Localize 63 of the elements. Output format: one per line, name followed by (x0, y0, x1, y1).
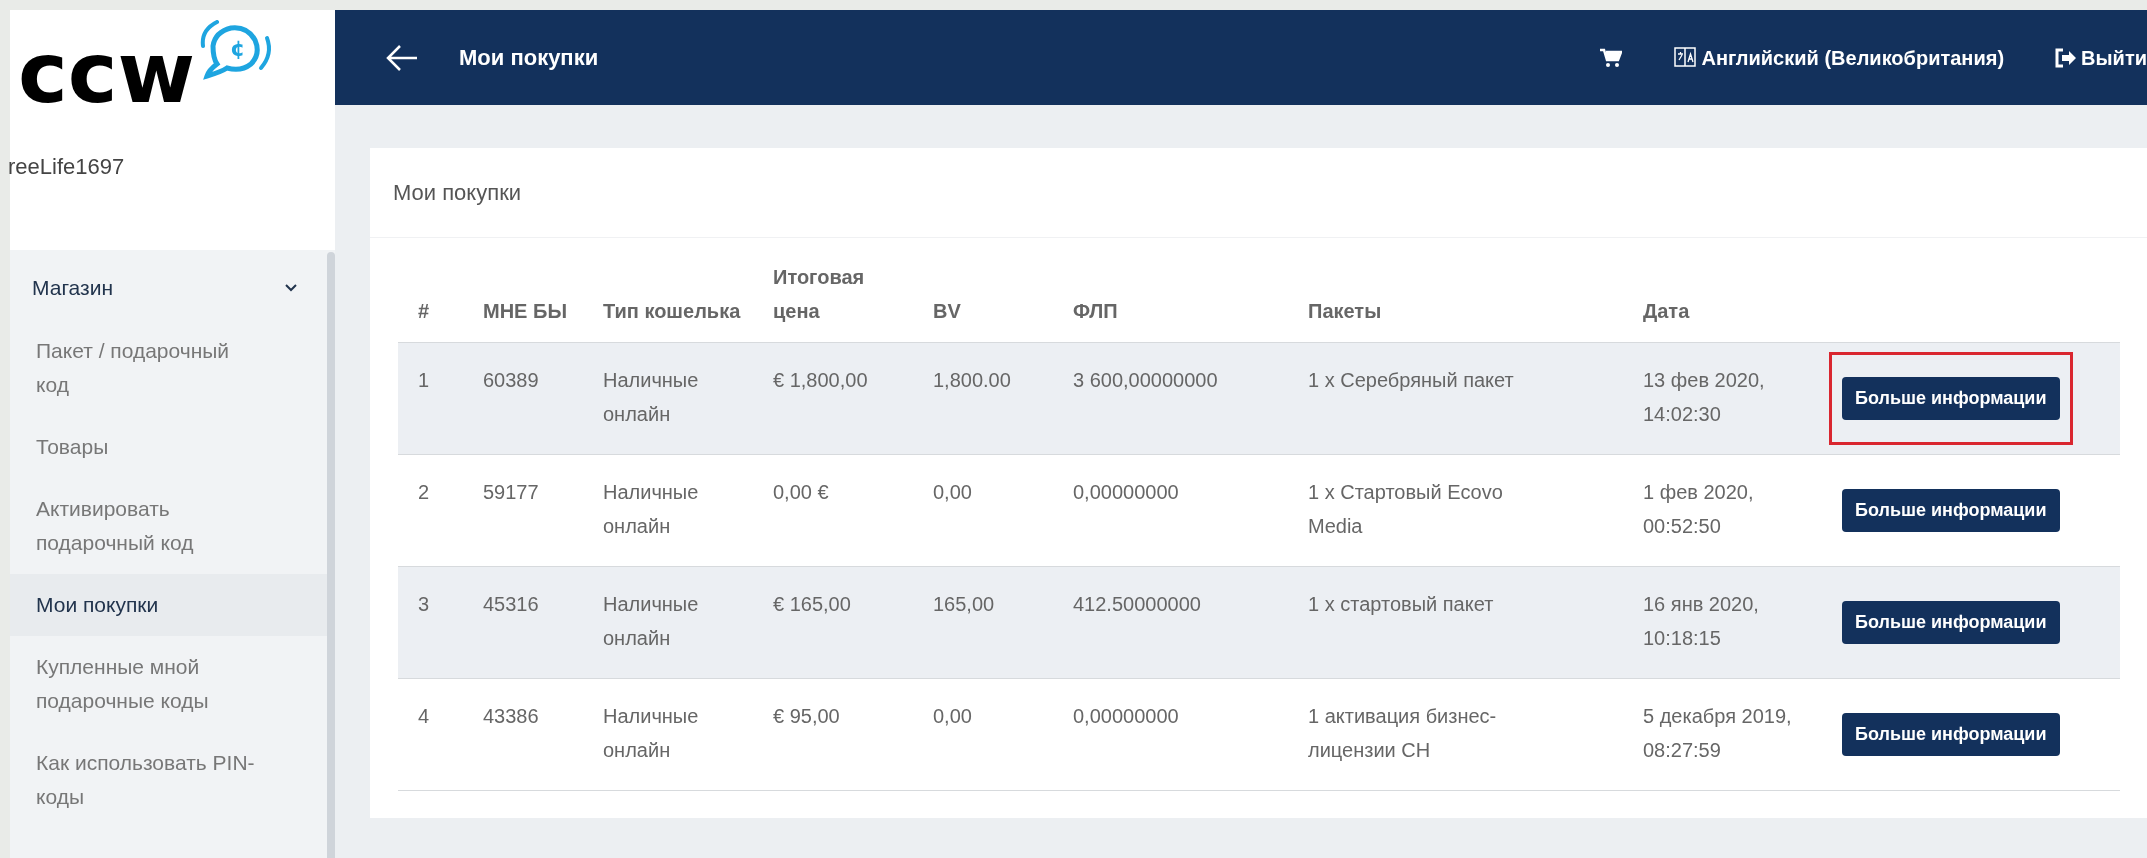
logout-link[interactable]: Выйти (2054, 42, 2147, 73)
translate-icon (1674, 45, 1697, 70)
table-cell-text: 1,800.00 (933, 368, 1011, 393)
column-header: Тип кошелька (603, 300, 741, 322)
menu-item[interactable]: Купленные мной подарочные коды (10, 636, 327, 732)
table-cell-text: 45316 (483, 592, 539, 617)
table-cell-text: 1 x Стартовый Ecovo Media (1308, 480, 1504, 539)
table-cell-text: € 95,00 (773, 704, 840, 729)
menu-item[interactable]: Товары (10, 416, 327, 478)
table-cell-text: 3 600,00000000 (1073, 368, 1218, 393)
table-cell-text: 4 (418, 704, 430, 729)
column-header: BV (933, 300, 961, 322)
chevron-down-icon (285, 284, 297, 292)
table-cell-text: 16 янв 2020, 10:18:15 (1643, 592, 1760, 651)
table-cell-text: 43386 (483, 704, 539, 729)
column-header: # (418, 300, 430, 322)
table-cell-text: Наличные онлайн (603, 704, 700, 763)
table-cell-text: 0,00 (933, 704, 972, 729)
table-cell-text: 1 фев 2020, 00:52:50 (1643, 480, 1755, 539)
table-cell-text: 2 (418, 480, 430, 505)
table-cell-text: 60389 (483, 368, 539, 393)
cart-icon[interactable] (1600, 47, 1623, 68)
card-title: Мои покупки (393, 179, 522, 207)
table-cell-text: 3 (418, 592, 430, 617)
table-cell-text: 1 x Серебряный пакет (1308, 368, 1514, 393)
table-cell-text: 165,00 (933, 592, 995, 617)
table-cell-text: Наличные онлайн (603, 592, 700, 651)
column-header: МНЕ БЫ (483, 300, 567, 322)
table-cell-text: 0,00 € (773, 480, 829, 505)
menu-group[interactable]: Магазин (10, 256, 327, 320)
page-title: Мои покупки (459, 44, 599, 72)
table-cell-text: 1 активация бизнес-лицензии CH (1308, 704, 1498, 763)
more-info-button[interactable]: Больше информации (1842, 489, 2060, 532)
table-cell-text: Наличные онлайн (603, 480, 700, 539)
scrollbar[interactable] (327, 252, 335, 858)
back-arrow-icon[interactable] (385, 42, 419, 73)
table-cell-text: 13 фев 2020, 14:02:30 (1643, 368, 1766, 427)
menu-item[interactable]: Как использовать PIN-коды (10, 732, 327, 828)
table-cell-text: 59177 (483, 480, 539, 505)
table-cell-text: 0,00000000 (1073, 480, 1179, 505)
menu-item[interactable]: Активировать подарочный код (10, 478, 327, 574)
table-cell-text: 0,00 (933, 480, 972, 505)
table-cell-text: 5 декабря 2019, 08:27:59 (1643, 704, 1793, 763)
table-cell-text: € 165,00 (773, 592, 851, 617)
menu-item[interactable]: Мои покупки (10, 574, 327, 636)
logo-text: ccw (18, 28, 196, 118)
menu-item[interactable]: Пакет / подарочный код (10, 320, 327, 416)
more-info-button[interactable]: Больше информации (1842, 377, 2060, 420)
column-header: Дата (1643, 300, 1690, 322)
table-cell-text: 0,00000000 (1073, 704, 1179, 729)
username: reeLife1697 (8, 153, 125, 181)
column-header: ФЛП (1073, 300, 1118, 322)
table-cell-text: 1 (418, 368, 430, 393)
column-header: Пакеты (1308, 300, 1382, 322)
table-cell-text: € 1,800,00 (773, 368, 868, 393)
logout-icon (2054, 47, 2077, 68)
table-cell-text: 1 x стартовый пакет (1308, 592, 1494, 617)
column-header: Итоговая цена (773, 266, 865, 322)
more-info-button[interactable]: Больше информации (1842, 713, 2060, 756)
table-cell-text: Наличные онлайн (603, 368, 700, 427)
more-info-button[interactable]: Больше информации (1842, 601, 2060, 644)
table-cell-text: 412.50000000 (1073, 592, 1201, 617)
language-selector[interactable]: Английский (Великобритания) (1674, 42, 2005, 73)
